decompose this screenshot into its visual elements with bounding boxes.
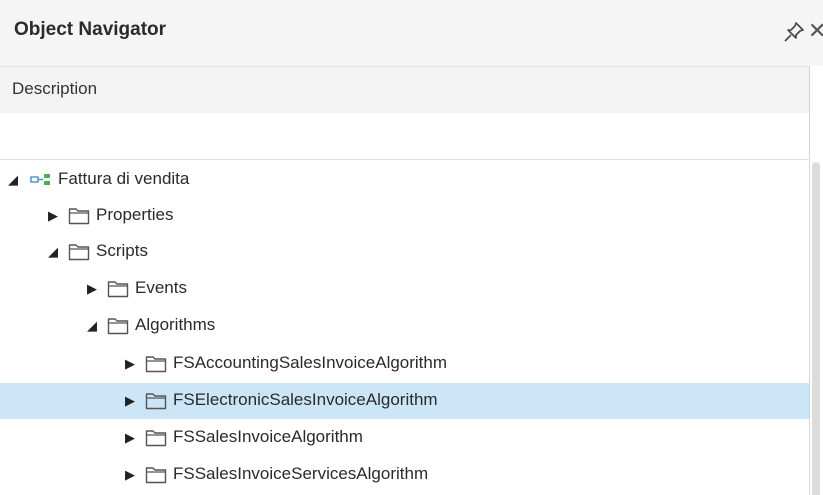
vertical-scrollbar[interactable] (812, 162, 820, 495)
triangle-expanded-icon[interactable]: ◢ (83, 317, 101, 335)
triangle-collapsed-icon[interactable]: ▶ (121, 429, 139, 447)
filter-input[interactable] (0, 113, 809, 159)
tree-node-label: Algorithms (135, 315, 216, 334)
tree-node-label: FSSalesInvoiceServicesAlgorithm (173, 464, 429, 483)
tree-node-algorithm[interactable]: ▶ FSSalesInvoiceServicesAlgorithm (0, 457, 809, 493)
folder-icon (145, 467, 167, 484)
tree-node-root[interactable]: ◢ Fattura di vendita (0, 162, 809, 198)
tree-node-algorithm[interactable]: ▶ FSAccountingSalesInvoiceAlgorithm (0, 346, 809, 382)
column-header-label: Description (12, 79, 98, 98)
tree-node-algorithm-selected[interactable]: ▶ FSElectronicSalesInvoiceAlgorithm (0, 383, 809, 419)
triangle-expanded-icon[interactable]: ◢ (4, 171, 22, 189)
triangle-collapsed-icon[interactable]: ▶ (121, 466, 139, 484)
tree-node-algorithms[interactable]: ◢ Algorithms (0, 308, 809, 344)
tree-node-label: Properties (96, 205, 174, 224)
folder-icon (107, 281, 129, 298)
folder-icon (107, 318, 129, 335)
tree-node-label: Events (135, 278, 187, 297)
tree-node-label: FSElectronicSalesInvoiceAlgorithm (173, 390, 438, 409)
folder-icon (145, 430, 167, 447)
folder-icon (68, 244, 90, 261)
tree-node-properties[interactable]: ▶ Properties (0, 198, 809, 234)
tree-node-label: FSSalesInvoiceAlgorithm (173, 427, 363, 446)
filter-row (0, 113, 810, 160)
object-tree: ◢ Fattura di vendita ▶ Properties ◢ Scri… (0, 160, 823, 495)
column-header-description[interactable]: Description (0, 66, 810, 114)
document-type-icon (30, 174, 50, 185)
triangle-expanded-icon[interactable]: ◢ (44, 243, 62, 261)
close-icon[interactable]: ✕ (808, 16, 823, 46)
panel-title: Object Navigator (14, 19, 167, 40)
triangle-collapsed-icon[interactable]: ▶ (83, 280, 101, 298)
folder-icon (145, 356, 167, 373)
tree-node-label: Fattura di vendita (58, 169, 190, 188)
column-divider (809, 160, 810, 495)
tree-node-algorithm[interactable]: ▶ FSSalesInvoiceAlgorithm (0, 420, 809, 456)
triangle-collapsed-icon[interactable]: ▶ (121, 355, 139, 373)
panel-titlebar: Object Navigator ✕ (0, 0, 823, 66)
triangle-collapsed-icon[interactable]: ▶ (44, 207, 62, 225)
folder-icon (145, 393, 167, 410)
folder-icon (68, 208, 90, 225)
tree-node-scripts[interactable]: ◢ Scripts (0, 234, 809, 270)
tree-node-label: Scripts (96, 241, 148, 260)
tree-node-events[interactable]: ▶ Events (0, 271, 809, 307)
pin-icon[interactable] (782, 20, 806, 44)
triangle-collapsed-icon[interactable]: ▶ (121, 392, 139, 410)
tree-node-label: FSAccountingSalesInvoiceAlgorithm (173, 353, 448, 372)
